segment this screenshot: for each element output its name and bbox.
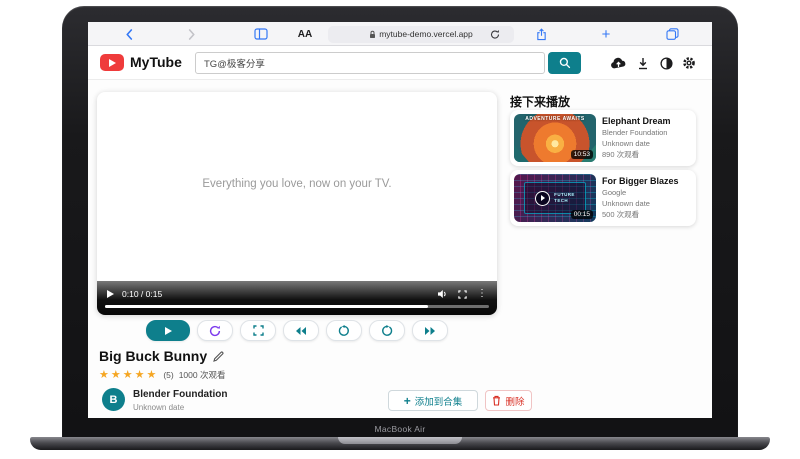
device-label: MacBook Air xyxy=(62,424,738,434)
loop-button[interactable] xyxy=(197,320,233,341)
rating-count: (5) xyxy=(163,370,173,380)
play-icon xyxy=(165,327,172,335)
channel-name[interactable]: Blender Foundation xyxy=(133,389,227,400)
video-title: Big Buck Bunny xyxy=(99,348,207,364)
duration-badge: 00:15 xyxy=(571,210,593,219)
add-to-collection-label: 添加到合集 xyxy=(415,394,463,408)
video-player[interactable]: Everything you love, now on your TV. 0:1… xyxy=(97,92,497,315)
plus-icon: + xyxy=(404,394,411,408)
up-next-item[interactable]: ADVENTURE AWAITS 10:53 Elephant Dream Bl… xyxy=(510,110,696,166)
more-options-icon[interactable]: ⋮ xyxy=(477,289,487,299)
up-next-channel: Blender Foundation xyxy=(602,128,691,139)
fullscreen-icon[interactable] xyxy=(458,290,467,299)
star-rating[interactable]: ★★★★★ xyxy=(99,368,158,381)
site-header: MyTube xyxy=(88,46,712,80)
thumbnail-caption: ADVENTURE AWAITS xyxy=(514,116,596,122)
up-next-title: For Bigger Blazes xyxy=(602,176,691,186)
volume-icon[interactable] xyxy=(437,289,448,299)
search-icon xyxy=(559,57,571,69)
macbook-bezel: AA mytube-demo.vercel.app + MyTube xyxy=(62,6,738,437)
upload-date: Unknown date xyxy=(133,403,184,412)
download-icon[interactable] xyxy=(634,55,652,71)
up-next-date: Unknown date xyxy=(602,199,691,210)
double-left-icon xyxy=(295,326,307,336)
mytube-logo-icon[interactable] xyxy=(100,54,124,71)
progress-fill xyxy=(105,305,428,308)
trash-icon xyxy=(492,395,501,406)
up-next-heading: 接下来播放 xyxy=(510,93,570,110)
delete-label: 删除 xyxy=(505,394,524,408)
double-right-icon xyxy=(424,326,436,336)
macbook-notch xyxy=(338,437,462,444)
native-play-icon[interactable] xyxy=(107,290,114,298)
forward-button[interactable] xyxy=(184,22,198,46)
edit-pencil-icon[interactable] xyxy=(213,351,224,362)
upload-cloud-icon[interactable] xyxy=(609,55,627,71)
thumbnail: ADVENTURE AWAITS 10:53 xyxy=(514,114,596,162)
tabs-overview-icon[interactable] xyxy=(664,22,680,46)
duration-badge: 10:53 xyxy=(571,150,593,159)
browser-toolbar: AA mytube-demo.vercel.app + xyxy=(88,22,712,46)
player-placeholder-text: Everything you love, now on your TV. xyxy=(97,178,497,190)
reader-aa-button[interactable]: AA xyxy=(296,22,314,46)
rotate-cw-icon xyxy=(381,325,393,337)
refresh-icon[interactable] xyxy=(488,22,502,46)
new-tab-button[interactable]: + xyxy=(598,22,614,46)
up-next-channel: Google xyxy=(602,188,691,199)
macbook-base xyxy=(30,437,770,450)
sidebar-icon[interactable] xyxy=(253,22,269,46)
fast-forward-button[interactable] xyxy=(412,320,448,341)
rotate-ccw-icon xyxy=(338,325,350,337)
url-text: mytube-demo.vercel.app xyxy=(379,29,473,39)
loop-icon xyxy=(209,325,221,337)
settings-gear-icon[interactable] xyxy=(680,55,698,71)
share-icon[interactable] xyxy=(534,22,548,46)
channel-avatar[interactable]: B xyxy=(102,388,125,411)
theme-toggle-icon[interactable] xyxy=(657,55,675,71)
lock-icon xyxy=(369,30,376,39)
rewind-button[interactable] xyxy=(283,320,319,341)
up-next-item[interactable]: FUTURETECH 00:15 For Bigger Blazes Googl… xyxy=(510,170,696,226)
fullscreen-button[interactable] xyxy=(240,320,276,341)
native-video-controls: 0:10 / 0:15 ⋮ xyxy=(97,281,497,315)
screen: AA mytube-demo.vercel.app + MyTube xyxy=(88,22,712,418)
play-button[interactable] xyxy=(146,320,190,341)
up-next-title: Elephant Dream xyxy=(602,116,691,126)
thumbnail: FUTURETECH 00:15 xyxy=(514,174,596,222)
search-button[interactable] xyxy=(548,52,581,74)
thumb-play-icon xyxy=(535,191,550,206)
back-button[interactable] xyxy=(122,22,136,46)
up-next-date: Unknown date xyxy=(602,139,691,150)
skip-back-button[interactable] xyxy=(326,320,362,341)
delete-button[interactable]: 删除 xyxy=(485,390,532,411)
site-title[interactable]: MyTube xyxy=(130,54,182,70)
video-title-row: Big Buck Bunny xyxy=(99,348,224,364)
time-display: 0:10 / 0:15 xyxy=(122,289,162,299)
search-input[interactable] xyxy=(195,52,545,74)
up-next-views: 890 次观看 xyxy=(602,150,691,161)
rating-row: ★★★★★ (5) 1000 次观看 xyxy=(99,368,225,381)
fullscreen-corners-icon xyxy=(253,325,264,336)
up-next-views: 500 次观看 xyxy=(602,210,691,221)
player-controls-row xyxy=(97,320,497,341)
url-field[interactable]: mytube-demo.vercel.app xyxy=(328,26,514,43)
view-count: 1000 次观看 xyxy=(179,369,226,381)
add-to-collection-button[interactable]: + 添加到合集 xyxy=(388,390,478,411)
progress-bar[interactable] xyxy=(105,305,489,308)
skip-forward-button[interactable] xyxy=(369,320,405,341)
